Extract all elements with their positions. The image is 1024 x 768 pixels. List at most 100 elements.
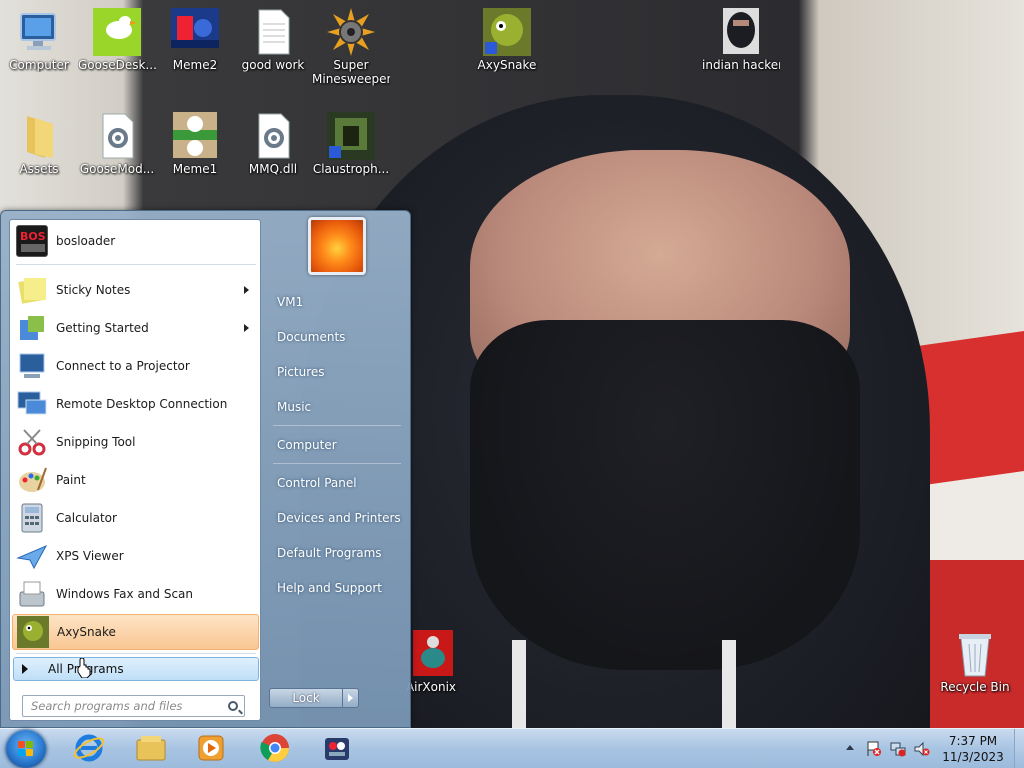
start-item-calculator[interactable]: Calculator	[12, 500, 259, 536]
desktop-icon-goosedesktop[interactable]: GooseDesk...	[78, 8, 156, 72]
start-item-bosloader[interactable]: BOS bosloader	[12, 223, 259, 259]
desktop-icon-meme1[interactable]: Meme1	[156, 112, 234, 176]
recycle-bin-icon	[951, 630, 999, 678]
start-item-label: Snipping Tool	[56, 435, 136, 449]
image-thumbnail-icon	[717, 8, 765, 56]
search-icon[interactable]	[228, 701, 238, 711]
submenu-arrow-icon[interactable]	[244, 324, 249, 332]
expand-arrow-icon	[22, 664, 28, 674]
start-item-sticky-notes[interactable]: Sticky Notes	[12, 272, 259, 308]
computer-icon	[15, 8, 63, 56]
taskbar: 7:37 PM 11/3/2023	[0, 728, 1024, 768]
desktop-icon-label: good work	[241, 58, 305, 72]
start-item-xps-viewer[interactable]: XPS Viewer	[12, 538, 259, 574]
places-item-default-programs[interactable]: Default Programs	[273, 542, 403, 564]
desktop-icon-label: indian hacker	[702, 58, 780, 72]
taskbar-file-explorer[interactable]	[124, 732, 178, 766]
windows-logo-icon	[18, 741, 34, 757]
start-item-connect-projector[interactable]: Connect to a Projector	[12, 348, 259, 384]
desktop-icon-good-work[interactable]: good work	[234, 8, 312, 72]
desktop-icon-axysnake[interactable]: AxySnake	[468, 8, 546, 72]
start-item-snipping-tool[interactable]: Snipping Tool	[12, 424, 259, 460]
remote-desktop-icon	[16, 388, 48, 420]
places-item-control-panel[interactable]: Control Panel	[273, 472, 403, 494]
svg-text:BOS: BOS	[20, 230, 46, 243]
start-item-remote-desktop[interactable]: Remote Desktop Connection	[12, 386, 259, 422]
desktop-icon-label: Meme2	[172, 58, 218, 72]
taskbar-internet-explorer[interactable]	[62, 732, 116, 766]
desktop-icon-goosemod[interactable]: GooseMod...	[78, 112, 156, 176]
action-center-icon[interactable]	[866, 741, 882, 757]
getting-started-icon	[16, 312, 48, 344]
network-icon[interactable]	[890, 741, 906, 757]
taskbar-app[interactable]	[310, 732, 364, 766]
file-explorer-icon	[135, 732, 167, 767]
show-desktop-button[interactable]	[1014, 729, 1024, 768]
app-icon	[321, 732, 353, 767]
desktop-icon-label: GooseMod...	[79, 162, 155, 176]
projector-icon	[16, 350, 48, 382]
desktop-icon-computer[interactable]: Computer	[0, 8, 78, 72]
places-item-devices-printers[interactable]: Devices and Printers	[273, 507, 403, 529]
volume-muted-icon[interactable]	[914, 741, 930, 757]
taskbar-chrome[interactable]	[248, 732, 302, 766]
desktop-icon-meme2[interactable]: Meme2	[156, 8, 234, 72]
separator	[16, 264, 256, 265]
sticky-notes-icon	[16, 274, 48, 306]
desktop-icon-label: Assets	[19, 162, 59, 176]
clock-time: 7:37 PM	[948, 734, 998, 748]
separator	[273, 463, 401, 464]
show-hidden-icons-button[interactable]	[846, 745, 854, 750]
places-item-music[interactable]: Music	[273, 396, 403, 418]
desktop-icon-assets[interactable]: Assets	[0, 112, 78, 176]
desktop-icon-label: GooseDesk...	[78, 58, 156, 72]
desktop-icon-indian-hacker[interactable]: indian hacker	[702, 8, 780, 72]
start-item-label: Calculator	[56, 511, 117, 525]
desktop-icon-label: AxySnake	[477, 58, 537, 72]
places-item-documents[interactable]: Documents	[273, 326, 403, 348]
image-thumbnail-icon	[171, 8, 219, 56]
settings-file-icon	[93, 112, 141, 160]
clock-date: 11/3/2023	[942, 750, 1004, 764]
desktop-icon-mmq-dll[interactable]: MMQ.dll	[234, 112, 312, 176]
shutdown-options-button[interactable]	[343, 688, 359, 708]
text-file-icon	[249, 8, 297, 56]
start-item-paint[interactable]: Paint	[12, 462, 259, 498]
start-item-label: AxySnake	[57, 625, 116, 639]
start-item-axysnake[interactable]: AxySnake	[12, 614, 259, 650]
mine-icon	[327, 8, 375, 56]
start-item-getting-started[interactable]: Getting Started	[12, 310, 259, 346]
xps-viewer-icon	[16, 540, 48, 572]
internet-explorer-icon	[73, 732, 105, 767]
bosloader-icon: BOS	[16, 225, 48, 257]
desktop-icon-super-minesweeper[interactable]: Super Minesweeper	[312, 8, 390, 86]
search-input[interactable]: Search programs and files	[22, 695, 245, 717]
separator	[273, 425, 401, 426]
airxonix-icon	[407, 630, 455, 678]
all-programs-button[interactable]: All Programs	[13, 657, 259, 681]
image-thumbnail-icon	[171, 112, 219, 160]
system-clock[interactable]: 7:37 PM 11/3/2023	[936, 733, 1010, 765]
user-avatar[interactable]	[308, 217, 366, 275]
places-item-pictures[interactable]: Pictures	[273, 361, 403, 383]
start-item-fax-scan[interactable]: Windows Fax and Scan	[12, 576, 259, 612]
places-item-user[interactable]: VM1	[273, 291, 403, 313]
fax-icon	[16, 578, 48, 610]
start-button[interactable]	[6, 730, 46, 768]
media-player-icon	[195, 732, 227, 767]
submenu-arrow-icon[interactable]	[244, 286, 249, 294]
start-item-label: Remote Desktop Connection	[56, 397, 228, 411]
desktop-icon-claustrophobia[interactable]: Claustroph...	[312, 112, 390, 176]
places-item-computer[interactable]: Computer	[273, 434, 403, 456]
places-item-help-support[interactable]: Help and Support	[273, 577, 403, 599]
start-item-label: XPS Viewer	[56, 549, 124, 563]
chrome-icon	[259, 732, 291, 767]
desktop-icon-recycle-bin[interactable]: Recycle Bin	[936, 630, 1014, 694]
taskbar-media-player[interactable]	[184, 732, 238, 766]
start-menu-programs-pane: BOS bosloader Sticky Notes Getting Start…	[9, 219, 261, 721]
lock-button[interactable]: Lock	[269, 688, 343, 708]
snake-icon	[483, 8, 531, 56]
start-item-label: Getting Started	[56, 321, 149, 335]
goose-icon	[93, 8, 141, 56]
start-item-label: Windows Fax and Scan	[56, 587, 194, 601]
